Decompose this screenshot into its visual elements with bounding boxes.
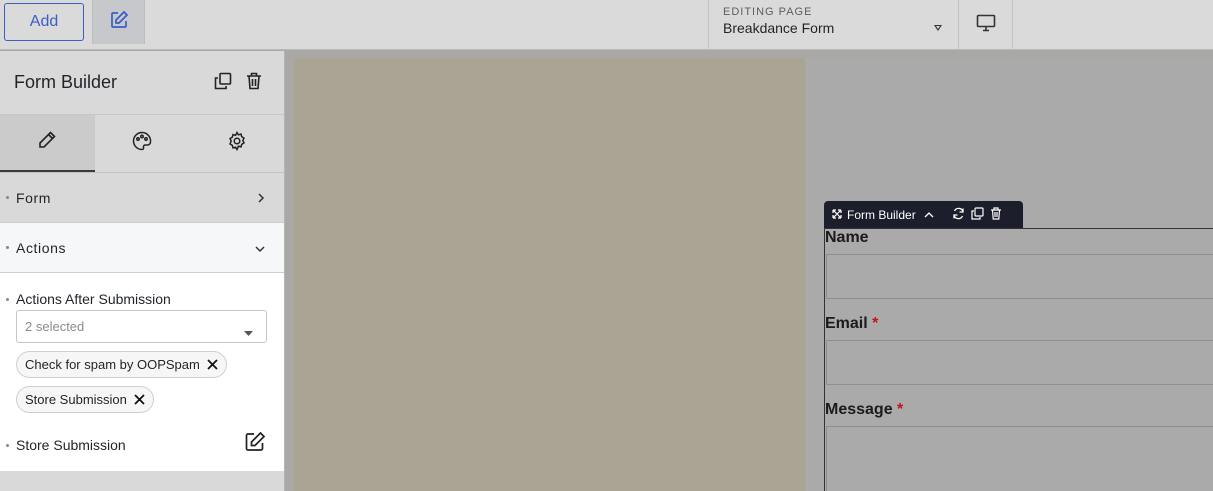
delete-icon[interactable] bbox=[990, 206, 1002, 223]
move-icon[interactable] bbox=[832, 208, 842, 222]
section-actions[interactable]: Actions bbox=[0, 223, 284, 273]
actions-after-submission-text: Actions After Submission bbox=[16, 291, 171, 307]
message-textarea[interactable] bbox=[826, 426, 1213, 491]
remove-icon[interactable] bbox=[207, 359, 218, 370]
required-marker: * bbox=[897, 401, 904, 418]
gear-icon bbox=[227, 130, 247, 156]
message-label-text: Message bbox=[825, 401, 893, 418]
form-preview: Name Email * Message * bbox=[824, 228, 1213, 491]
tab-settings[interactable] bbox=[189, 115, 284, 172]
chevron-up-icon[interactable] bbox=[924, 211, 934, 219]
message-field-label: Message * bbox=[825, 401, 903, 419]
name-field-label: Name bbox=[825, 229, 869, 247]
store-submission-text: Store Submission bbox=[16, 436, 126, 453]
element-toolbar-name: Form Builder bbox=[847, 207, 916, 222]
element-toolbar[interactable]: Form Builder bbox=[824, 201, 1023, 228]
refresh-icon[interactable] bbox=[952, 207, 965, 223]
duplicate-icon[interactable] bbox=[214, 72, 232, 90]
editing-page-value: Breakdance Form bbox=[723, 20, 835, 36]
add-button[interactable]: Add bbox=[4, 3, 84, 41]
section-form-label: Form bbox=[16, 189, 52, 206]
palette-icon bbox=[132, 131, 152, 156]
panel-header: Form Builder bbox=[0, 51, 284, 115]
chip-label: Check for spam by OOPSpam bbox=[25, 357, 200, 372]
tab-content[interactable] bbox=[0, 115, 95, 172]
bullet bbox=[6, 298, 9, 301]
multiselect-value: 2 selected bbox=[25, 319, 85, 334]
top-bar: Add EDITING PAGE Breakdance Form bbox=[0, 0, 1213, 50]
name-input[interactable] bbox=[826, 254, 1213, 299]
pencil-icon bbox=[37, 130, 57, 155]
email-label-text: Email bbox=[825, 315, 868, 332]
actions-multiselect[interactable]: 2 selected bbox=[16, 310, 267, 343]
chip-store-submission: Store Submission bbox=[16, 386, 154, 413]
section-form[interactable]: Form bbox=[0, 173, 284, 223]
section-actions-label: Actions bbox=[16, 239, 67, 256]
actions-body: Actions After Submission 2 selected Chec… bbox=[0, 273, 284, 471]
actions-after-submission-label: Actions After Submission bbox=[6, 291, 284, 307]
chevron-right-icon bbox=[256, 191, 266, 209]
chevron-down-icon bbox=[254, 241, 266, 259]
editing-page-select[interactable]: EDITING PAGE Breakdance Form bbox=[708, 0, 959, 50]
desktop-icon bbox=[976, 14, 996, 37]
chip-label: Store Submission bbox=[25, 392, 127, 407]
caret-down-icon bbox=[244, 325, 253, 340]
properties-panel: Form Builder Form Actions Actions After … bbox=[0, 51, 285, 491]
panel-tabs bbox=[0, 115, 284, 173]
device-toggle-button[interactable] bbox=[959, 0, 1013, 50]
bullet bbox=[6, 246, 9, 249]
tab-style[interactable] bbox=[95, 115, 190, 172]
bullet bbox=[6, 196, 9, 199]
name-label-text: Name bbox=[825, 229, 869, 246]
email-input[interactable] bbox=[826, 340, 1213, 385]
duplicate-icon[interactable] bbox=[971, 206, 984, 223]
editing-page-label: EDITING PAGE bbox=[723, 6, 813, 18]
bullet bbox=[6, 443, 9, 447]
edit-icon bbox=[109, 10, 129, 35]
required-marker: * bbox=[872, 315, 879, 332]
edit-icon[interactable] bbox=[244, 431, 266, 458]
store-submission-row: Store Submission bbox=[6, 431, 266, 458]
delete-icon[interactable] bbox=[246, 72, 262, 90]
store-submission-label: Store Submission bbox=[6, 436, 126, 453]
chip-oopspam: Check for spam by OOPSpam bbox=[16, 351, 227, 378]
email-field-label: Email * bbox=[825, 315, 878, 333]
edit-mode-button[interactable] bbox=[92, 0, 145, 44]
remove-icon[interactable] bbox=[134, 394, 145, 405]
canvas-left-column bbox=[294, 58, 805, 491]
caret-down-icon bbox=[934, 19, 942, 37]
panel-title: Form Builder bbox=[14, 72, 118, 92]
